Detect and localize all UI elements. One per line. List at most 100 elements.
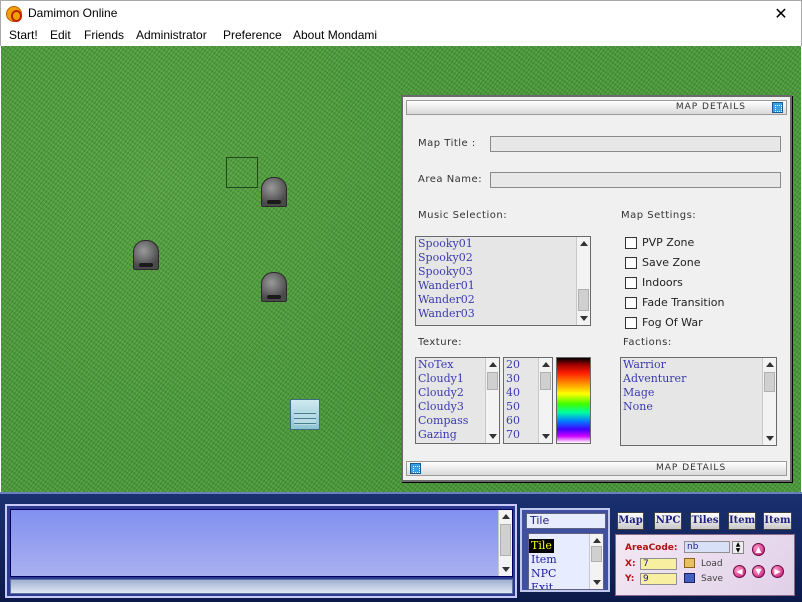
menu-edit[interactable]: Edit — [50, 28, 71, 42]
texture-listbox[interactable]: NoTex Cloudy1 Cloudy2 Cloudy3 Compass Ga… — [415, 357, 500, 444]
scroll-up-icon[interactable] — [489, 362, 497, 367]
checkbox-label: PVP Zone — [642, 236, 695, 249]
list-item[interactable]: Adventurer — [621, 372, 776, 386]
tab-npc[interactable]: NPC — [654, 512, 682, 530]
chat-log — [10, 509, 513, 577]
list-item[interactable]: Tile — [529, 539, 554, 553]
color-picker[interactable] — [556, 357, 591, 444]
areacode-spinner[interactable]: ▲ ▼ — [732, 541, 744, 554]
area-name-input[interactable] — [490, 172, 781, 188]
scroll-down-icon[interactable] — [542, 434, 550, 439]
scroll-thumb[interactable] — [591, 546, 602, 562]
tab-tiles[interactable]: Tiles — [690, 512, 720, 530]
panel-expand-icon[interactable] — [410, 463, 421, 474]
factions-scrollbar[interactable] — [762, 358, 776, 445]
checkbox-box[interactable] — [625, 297, 637, 309]
list-item[interactable]: Wander02 — [416, 293, 590, 307]
disk-icon — [684, 573, 695, 583]
menu-friends[interactable]: Friends — [84, 28, 124, 42]
menu-bar: Start! Edit Friends Administrator Prefer… — [0, 26, 802, 46]
menu-preference[interactable]: Preference — [223, 28, 282, 42]
scroll-down-icon[interactable] — [580, 316, 588, 321]
menu-start[interactable]: Start! — [9, 28, 38, 42]
texture-size-scrollbar[interactable] — [538, 358, 552, 443]
gravestone-sprite[interactable] — [261, 272, 287, 302]
factions-listbox[interactable]: Warrior Adventurer Mage None — [620, 357, 777, 446]
checkbox-label: Save Zone — [642, 256, 701, 269]
map-settings-label: Map Settings: — [621, 210, 697, 221]
texture-size-listbox[interactable]: 20 30 40 50 60 70 — [503, 357, 553, 444]
scroll-up-icon[interactable] — [593, 538, 601, 543]
scroll-thumb[interactable] — [578, 289, 589, 311]
menu-about[interactable]: About Mondami — [293, 28, 377, 42]
scroll-thumb[interactable] — [487, 372, 498, 390]
texture-scrollbar[interactable] — [485, 358, 499, 443]
panel-close-icon[interactable] — [772, 102, 783, 113]
arrow-up-icon[interactable]: ▲ — [752, 543, 765, 556]
y-label: Y: — [625, 574, 635, 584]
music-scrollbar[interactable] — [576, 237, 590, 325]
factions-label: Factions: — [623, 337, 672, 348]
checkbox-box[interactable] — [625, 257, 637, 269]
edit-mode-scrollbar[interactable] — [589, 534, 603, 589]
area-name-label: Area Name: — [418, 174, 483, 185]
scroll-up-icon[interactable] — [502, 514, 510, 519]
dresser-sprite[interactable] — [290, 399, 320, 430]
list-item[interactable]: Warrior — [621, 358, 776, 372]
panel-header-title: MAP DETAILS — [675, 102, 746, 112]
scroll-down-icon[interactable] — [593, 580, 601, 585]
list-item[interactable]: None — [621, 400, 776, 414]
checkbox-label: Fade Transition — [642, 296, 725, 309]
scroll-up-icon[interactable] — [580, 241, 588, 246]
checkbox-box[interactable] — [625, 317, 637, 329]
edit-mode-frame: Tile Tile Item NPC Exit — [520, 508, 610, 592]
window-title: Damimon Online — [28, 6, 118, 20]
x-input[interactable]: 7 — [640, 558, 677, 570]
arrow-left-icon[interactable]: ◀ — [733, 565, 746, 578]
music-listbox[interactable]: Spooky01 Spooky02 Spooky03 Wander01 Wand… — [415, 236, 591, 326]
menu-administrator[interactable]: Administrator — [136, 28, 207, 42]
scroll-thumb[interactable] — [540, 372, 551, 390]
map-title-input[interactable] — [490, 136, 781, 152]
list-item[interactable]: Spooky03 — [416, 265, 590, 279]
arrow-down-icon[interactable]: ▼ — [752, 565, 765, 578]
panel-footer[interactable]: MAP DETAILS — [406, 461, 787, 476]
texture-label: Texture: — [418, 337, 462, 348]
scroll-down-icon[interactable] — [502, 567, 510, 572]
tab-map[interactable]: Map — [617, 512, 644, 530]
scroll-down-icon[interactable] — [489, 434, 497, 439]
list-item[interactable]: Spooky02 — [416, 251, 590, 265]
chat-input[interactable] — [10, 579, 513, 594]
list-item[interactable]: Wander01 — [416, 279, 590, 293]
map-details-panel: MAP DETAILS Map Title : Area Name: Music… — [401, 95, 792, 482]
areacode-input[interactable]: nb — [684, 541, 730, 553]
close-icon[interactable]: ✕ — [761, 1, 801, 27]
checkbox-box[interactable] — [625, 237, 637, 249]
gravestone-sprite[interactable] — [261, 177, 287, 207]
tab-item-2[interactable]: Item — [763, 512, 792, 530]
panel-footer-title: MAP DETAILS — [656, 463, 727, 473]
navigation-panel: AreaCode: nb ▲ ▼ X: 7 Y: 9 Load Save ▲ ◀ … — [615, 534, 795, 596]
checkbox-label: Fog Of War — [642, 316, 703, 329]
panel-header: MAP DETAILS — [406, 100, 787, 115]
list-item[interactable]: Wander03 — [416, 307, 590, 321]
list-item[interactable]: Spooky01 — [416, 237, 590, 251]
title-bar: Damimon Online ✕ — [0, 0, 802, 26]
scroll-down-icon[interactable] — [766, 436, 774, 441]
scroll-thumb[interactable] — [764, 372, 775, 392]
load-button[interactable]: Load — [701, 559, 723, 569]
edit-mode-label: Tile — [526, 513, 606, 529]
gravestone-sprite[interactable] — [133, 240, 159, 270]
y-input[interactable]: 9 — [640, 573, 677, 585]
scroll-up-icon[interactable] — [542, 362, 550, 367]
scroll-up-icon[interactable] — [766, 362, 774, 367]
arrow-right-icon[interactable]: ▶ — [771, 565, 784, 578]
areacode-label: AreaCode: — [625, 543, 678, 553]
save-button[interactable]: Save — [701, 574, 723, 584]
chat-scrollbar[interactable] — [498, 510, 512, 576]
scroll-thumb[interactable] — [500, 524, 511, 556]
edit-mode-list[interactable]: Tile Item NPC Exit — [528, 533, 604, 590]
list-item[interactable]: Mage — [621, 386, 776, 400]
tab-item[interactable]: Item — [728, 512, 756, 530]
checkbox-box[interactable] — [625, 277, 637, 289]
